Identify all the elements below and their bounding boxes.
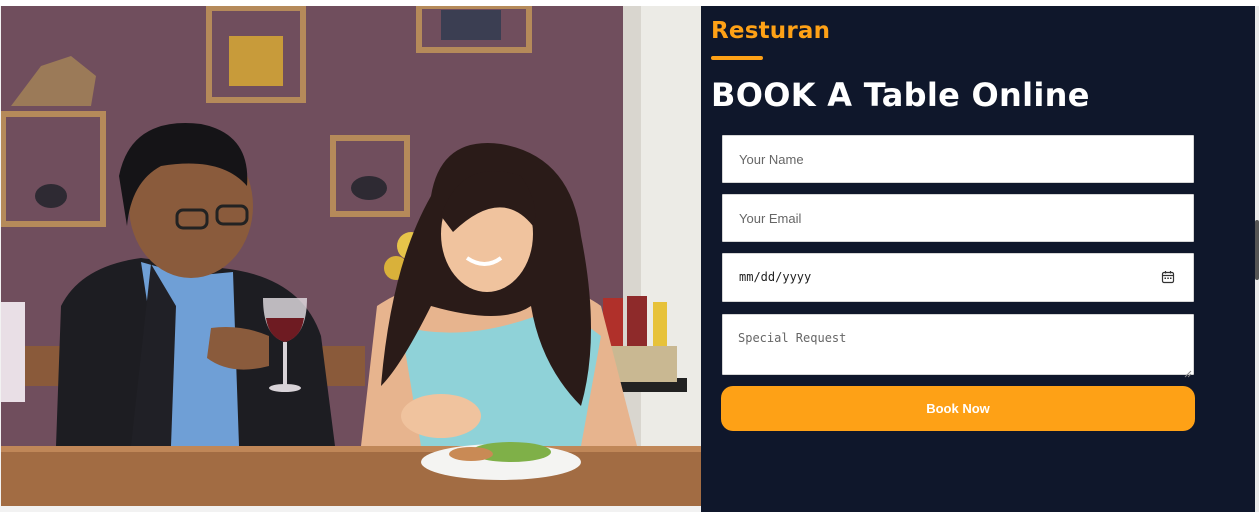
couple-dining-photo [1,6,701,506]
name-field-wrapper [722,135,1194,183]
name-input[interactable] [723,136,1193,182]
booking-panel: Resturan BOOK A Table Online mm/dd/yyyy [701,6,1255,512]
special-request-textarea[interactable] [723,315,1193,374]
scrollbar-thumb[interactable] [1255,220,1259,280]
date-placeholder: mm/dd/yyyy [739,270,812,284]
brand-name: Resturan [711,18,831,44]
brand-underline [711,56,763,60]
page-scrollbar[interactable] [1255,6,1259,512]
page-title: BOOK A Table Online [711,76,1090,114]
email-input[interactable] [723,195,1193,241]
date-input[interactable]: mm/dd/yyyy [722,253,1194,302]
calendar-icon[interactable] [1161,270,1175,284]
special-request-wrapper [722,314,1194,378]
resize-grip-icon[interactable] [1184,365,1192,378]
book-now-button[interactable]: Book Now [721,386,1195,431]
email-field-wrapper [722,194,1194,242]
